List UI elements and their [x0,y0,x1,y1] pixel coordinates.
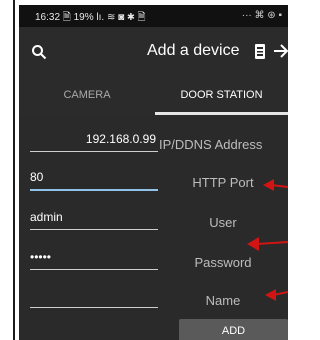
password-value: ••••• [30,250,52,264]
user-value: admin [30,210,63,224]
frame-border [13,0,15,340]
port-row: 80 HTTP Port [19,165,288,201]
qr-icon[interactable] [255,44,265,59]
user-label: User [209,215,237,230]
password-label: Password [194,255,252,270]
device-type-tabs: CAMERA DOOR STATION [19,75,288,115]
http-port-value: 80 [30,170,44,184]
ip-address-field[interactable]: 192.168.0.99 [30,127,158,152]
phone-screen: 16:32 🗎 19% lı. ≋ ◙ ✱ 🗎 ··· ⌘ ⊛ ▪ Add a … [19,5,288,340]
name-row: Name [19,283,288,319]
password-field[interactable]: ••••• [30,245,158,270]
http-port-field[interactable]: 80 [30,165,158,191]
screenshot-frame: 16:32 🗎 19% lı. ≋ ◙ ✱ 🗎 ··· ⌘ ⊛ ▪ Add a … [0,0,288,340]
search-icon[interactable] [31,44,47,60]
app-bar: Add a device [19,27,288,75]
ip-row: 192.168.0.99 IP/DDNS Address [19,127,288,163]
tab-door-station[interactable]: DOOR STATION [155,75,288,115]
status-bar: 16:32 🗎 19% lı. ≋ ◙ ✱ 🗎 ··· ⌘ ⊛ ▪ [19,5,288,27]
ip-address-label: IP/DDNS Address [159,137,263,152]
arrow-right-icon[interactable] [273,43,288,59]
status-bar-right: ··· ⌘ ⊛ ▪ [241,10,282,21]
add-button[interactable]: ADD [179,319,288,340]
user-field[interactable]: admin [30,205,158,230]
active-tab-indicator [155,112,288,115]
tab-camera[interactable]: CAMERA [19,75,155,115]
name-field[interactable] [30,283,158,308]
page-title: Add a device [147,42,240,59]
annotation-arrow-port-icon [263,179,288,191]
status-bar-left: 16:32 🗎 19% lı. ≋ ◙ ✱ 🗎 [35,12,146,23]
annotation-arrow-user-icon [247,237,288,251]
annotation-arrow-name-icon [265,289,288,301]
ip-address-value: 192.168.0.99 [85,132,156,146]
